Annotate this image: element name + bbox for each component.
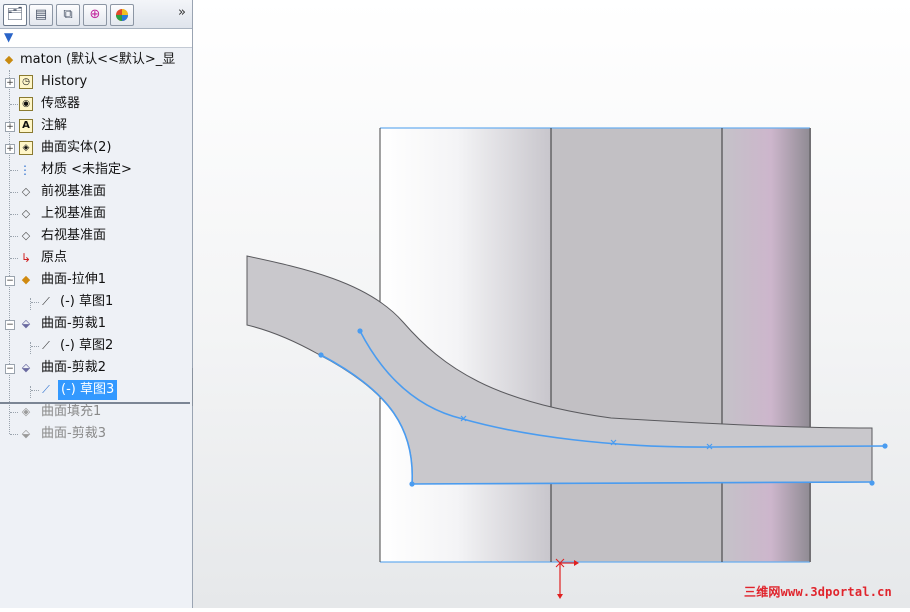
appearance-icon[interactable]	[110, 4, 134, 26]
tree-item-fill-surface-1[interactable]: ◈ 曲面填充1	[0, 402, 192, 422]
filter-bar[interactable]: ▼	[0, 29, 192, 48]
collapse-icon[interactable]: −	[5, 320, 15, 330]
tree-connector	[10, 236, 18, 237]
tree-item-trim-surface-1[interactable]: − ⬙ 曲面-剪裁1	[0, 314, 192, 334]
tree-item-sketch-3[interactable]: ⟋ (-) 草图3	[0, 380, 192, 400]
expand-icon[interactable]: +	[5, 78, 15, 88]
tree-item-top-plane[interactable]: ◇ 上视基准面	[0, 204, 192, 224]
tree-connector	[31, 302, 39, 303]
tree-item-label-selected: (-) 草图3	[58, 380, 118, 400]
origin-icon: ↳	[20, 251, 32, 265]
tree-item-label: (-) 草图2	[60, 338, 114, 353]
tree-item-label: 曲面填充1	[41, 404, 102, 419]
model-view[interactable]	[193, 0, 910, 608]
feature-tree-icon[interactable]: 🗂	[3, 4, 27, 26]
more-tabs-button[interactable]: »	[178, 5, 186, 20]
tree-item-label: 右视基准面	[41, 228, 107, 243]
tree-connector	[10, 214, 18, 215]
tree-connector	[10, 170, 18, 171]
tree-item-label: 曲面-剪裁2	[41, 360, 106, 375]
configuration-icon[interactable]: ⧉	[56, 4, 80, 26]
tree-item-label: 前视基准面	[41, 184, 107, 199]
tree-item-label: 曲面实体(2)	[41, 140, 112, 155]
tree-item-annotations[interactable]: + A 注解	[0, 116, 192, 136]
tree-connector	[31, 390, 39, 391]
manager-tab-bar: 🗂 ▤ ⧉ ⊕ »	[0, 0, 192, 29]
tree-item-origin[interactable]: ↳ 原点	[0, 248, 192, 268]
tree-connector	[31, 346, 39, 347]
sketch-point[interactable]	[882, 443, 888, 449]
plane-icon: ◇	[21, 207, 31, 220]
fill-surface-icon: ◈	[21, 405, 31, 418]
sketch-point[interactable]	[318, 352, 324, 358]
sketch-point[interactable]	[869, 480, 875, 486]
material-icon: ⋮	[19, 163, 31, 177]
extruded-surface-body[interactable]	[379, 127, 811, 563]
tree-item-label: 上视基准面	[41, 206, 107, 221]
surface-face-middle[interactable]	[551, 128, 722, 562]
extrude-surface-icon: ◆	[21, 273, 31, 286]
tree-item-label: (-) 草图1	[60, 294, 114, 309]
sketch-icon: ⟋	[42, 295, 50, 308]
tree-item-sketch-1[interactable]: ⟋ (-) 草图1	[0, 292, 192, 312]
sensor-icon: ◉	[19, 97, 33, 111]
plane-icon: ◇	[21, 229, 31, 242]
plane-icon: ◇	[21, 185, 31, 198]
feature-manager-panel: 🗂 ▤ ⧉ ⊕ » ▼ ◆ maton (默认<<默认>_显 + ◷ Histo…	[0, 0, 193, 608]
tree-item-label: 曲面-剪裁3	[41, 426, 106, 441]
tree-item-front-plane[interactable]: ◇ 前视基准面	[0, 182, 192, 202]
tree-root-part[interactable]: ◆ maton (默认<<默认>_显	[0, 50, 192, 70]
property-icon[interactable]: ▤	[29, 4, 53, 26]
target-icon[interactable]: ⊕	[83, 4, 107, 26]
tree-root-label: maton (默认<<默认>_显	[20, 52, 176, 67]
sketch-icon: ⟋	[42, 339, 50, 352]
sketch-icon: ⟋	[42, 383, 50, 396]
graphics-viewport[interactable]: 三维网www.3dportal.cn	[193, 0, 910, 608]
tree-connector	[10, 434, 18, 435]
collapse-icon[interactable]: −	[5, 276, 15, 286]
trim-surface-icon: ⬙	[21, 361, 31, 374]
tree-item-label: 原点	[41, 250, 68, 265]
tree-item-trim-surface-2[interactable]: − ⬙ 曲面-剪裁2	[0, 358, 192, 378]
tree-item-trim-surface-3[interactable]: ⬙ 曲面-剪裁3	[0, 424, 192, 444]
filter-icon[interactable]: ▼	[4, 30, 13, 44]
tree-item-history[interactable]: + ◷ History	[0, 72, 192, 92]
sketch-point[interactable]	[409, 481, 415, 487]
tree-item-sketch-2[interactable]: ⟋ (-) 草图2	[0, 336, 192, 356]
site-watermark: 三维网www.3dportal.cn	[744, 585, 892, 599]
rollback-bar[interactable]	[0, 402, 190, 404]
expand-icon[interactable]: +	[5, 122, 15, 132]
tree-item-label: 注解	[41, 118, 68, 133]
surface-face-right[interactable]	[722, 128, 811, 562]
tree-connector	[10, 104, 18, 105]
expand-icon[interactable]: +	[5, 144, 15, 154]
collapse-icon[interactable]: −	[5, 364, 15, 374]
history-icon: ◷	[19, 75, 33, 89]
tree-connector	[10, 258, 18, 259]
origin-icon[interactable]	[555, 558, 579, 599]
tree-item-label: 传感器	[41, 96, 81, 111]
annotation-icon: A	[19, 119, 33, 133]
tree-connector	[10, 192, 18, 193]
tree-item-label: 曲面-拉伸1	[41, 272, 106, 287]
trim-surface-icon: ⬙	[21, 427, 31, 440]
surface-bodies-icon: ◈	[19, 141, 33, 155]
tree-item-sensors[interactable]: ◉ 传感器	[0, 94, 192, 114]
sketch-point[interactable]	[357, 328, 363, 334]
tree-item-label: 曲面-剪裁1	[41, 316, 106, 331]
trim-surface-icon: ⬙	[21, 317, 31, 330]
tree-item-label: 材质 <未指定>	[41, 162, 132, 177]
tree-item-label: History	[41, 74, 88, 89]
tree-item-surface-bodies[interactable]: + ◈ 曲面实体(2)	[0, 138, 192, 158]
part-icon: ◆	[4, 53, 14, 66]
tree-item-extrude-surface-1[interactable]: − ◆ 曲面-拉伸1	[0, 270, 192, 290]
tree-connector	[10, 412, 18, 413]
tree-item-material[interactable]: ⋮ 材质 <未指定>	[0, 160, 192, 180]
tree-item-right-plane[interactable]: ◇ 右视基准面	[0, 226, 192, 246]
